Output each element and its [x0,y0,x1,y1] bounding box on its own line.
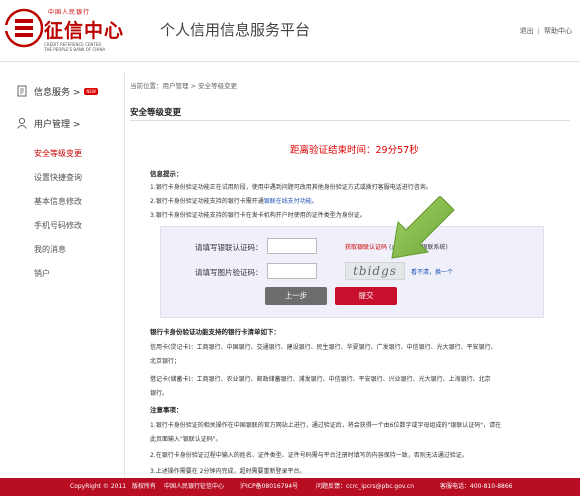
sidebar-item-quick-query[interactable]: 设置快捷查询 [34,172,82,183]
footer-owner: 中国人民银行征信中心 [164,483,225,490]
new-badge: NEW [84,87,98,95]
main-content: 当前位置：用户管理 > 安全等级变更 安全等级变更 距离验证结束时间：29分57… [130,72,574,482]
logo-english-line2: THE PEOPLE'S BANK OF CHINA [44,47,106,52]
footer-hotline: 客服电话：400-810-8866 [440,483,513,490]
sidebar-group-user-management[interactable]: 用户管理 > [16,114,80,132]
top-links: 退出 | 帮助中心 [520,26,572,36]
notice-title: 注意事项： [150,406,183,414]
footer-copyright: CopyRight © 2011 [70,483,127,490]
breadcrumb: 当前位置：用户管理 > 安全等级变更 [130,82,238,90]
refresh-captcha-link[interactable]: 看不清，换一个 [411,267,453,276]
help-center-link[interactable]: 帮助中心 [544,27,572,35]
debit-card-banks-line1: 借记卡(储蓄卡)：工商银行、农业银行、邮政储蓄银行、浦发银行、中信银行、平安银行… [150,376,491,383]
sidebar-group-label: 用户管理 > [34,119,81,130]
footer-rights: 版权所有 [132,483,157,490]
countdown-value: 29分57秒 [375,145,419,156]
green-arrow-icon [391,196,455,259]
sidebar-item-phone-number[interactable]: 手机号码修改 [34,220,82,231]
sidebar-item-close-account[interactable]: 销户 [34,268,50,279]
notice-2: 2.在银行卡身份验证过程中输入的姓名、证件类型、证件号码需与平台注册时填写的内容… [150,452,468,459]
sidebar-item-security-level[interactable]: 安全等级变更 [34,148,82,159]
sidebar-group-label: 信息服务 > [34,87,81,98]
tip-2: 2.银行卡身份验证功能支持的银行卡需开通银联在线支付功能。 [150,196,318,205]
credit-reference-center-logo[interactable]: 中国人民银行 征信中心 CREDIT REFERENCE CENTER THE … [4,4,128,56]
header: 中国人民银行 征信中心 CREDIT REFERENCE CENTER THE … [0,0,580,62]
unionpay-code-label: 请填写银联认证码： [195,243,263,252]
footer: CopyRight © 2011 版权所有 中国人民银行征信中心 沪ICP备08… [0,478,580,496]
captcha-label: 请填写图片验证码： [195,268,263,277]
logo-top-text: 中国人民银行 [48,9,91,16]
notice-3: 3.上述操作需要在 2分钟内完成，超时需要重新登录平台。 [150,468,306,475]
sidebar: 信息服务 > NEW 用户管理 > 安全等级变更 设置快捷查询 基本信息修改 手… [0,72,116,472]
countdown-label: 距离验证结束时间： [290,145,376,156]
link-separator: | [537,27,540,35]
unionpay-online-payment-link[interactable]: 银联在线支付功能。 [264,198,318,205]
credit-card-banks-line2: 北京银行； [150,358,181,365]
logout-link[interactable]: 退出 [520,27,534,35]
unionpay-code-input[interactable] [267,238,317,254]
credit-card-banks-line1: 信用卡(贷记卡)：工商银行、中国银行、交通银行、建设银行、民生银行、华夏银行、广… [150,344,497,351]
document-icon [17,85,27,97]
tip-3: 3.银行卡身份验证功能支持的银行卡在发卡机构开户时使用的证件类型为身份证。 [150,212,366,219]
countdown-timer: 距离验证结束时间：29分57秒 [290,142,419,156]
footer-feedback[interactable]: 问题反馈：ccrc_ipcrs@pbc.gov.cn [316,478,414,496]
tip-2-text: 2.银行卡身份验证功能支持的银行卡需开通 [150,198,264,205]
user-icon [17,117,27,129]
sidebar-divider [124,72,125,478]
logo-mark-icon [4,8,44,48]
debit-card-banks-line2: 银行。 [150,390,169,397]
previous-step-button[interactable]: 上一步 [265,287,327,305]
submit-button[interactable]: 提交 [335,287,397,305]
title-divider [130,120,570,121]
site-title: 个人信用信息服务平台 [160,21,311,39]
verification-form: 请填写银联认证码： 获取银联认证码 (点击后进入银联系统) 请填写图片验证码： … [160,226,544,318]
supported-banks-title: 银行卡身份验证功能支持的银行卡清单如下： [150,328,280,336]
notice-1-line2: 此页面输入"银联认证码"。 [150,436,222,443]
logo-main-text: 征信中心 [44,20,125,42]
notice-1-line1: 1.银行卡身份验证的相关操作在中国银联的官方网站上进行，通过验证后，将会获得一个… [150,422,502,429]
sidebar-item-basic-info[interactable]: 基本信息修改 [34,196,82,207]
footer-icp[interactable]: 沪ICP备08016794号 [240,478,298,496]
captcha-input[interactable] [267,263,317,279]
sidebar-group-info-service[interactable]: 信息服务 > NEW [16,82,98,100]
tips-title: 信息提示： [150,170,183,178]
page-title: 安全等级变更 [130,108,182,118]
sidebar-item-my-messages[interactable]: 我的消息 [34,244,66,255]
tip-1: 1.银行卡身份验证功能正在试用阶段，使用中遇到问题可改用其他身份验证方式或拨打客… [150,184,432,191]
